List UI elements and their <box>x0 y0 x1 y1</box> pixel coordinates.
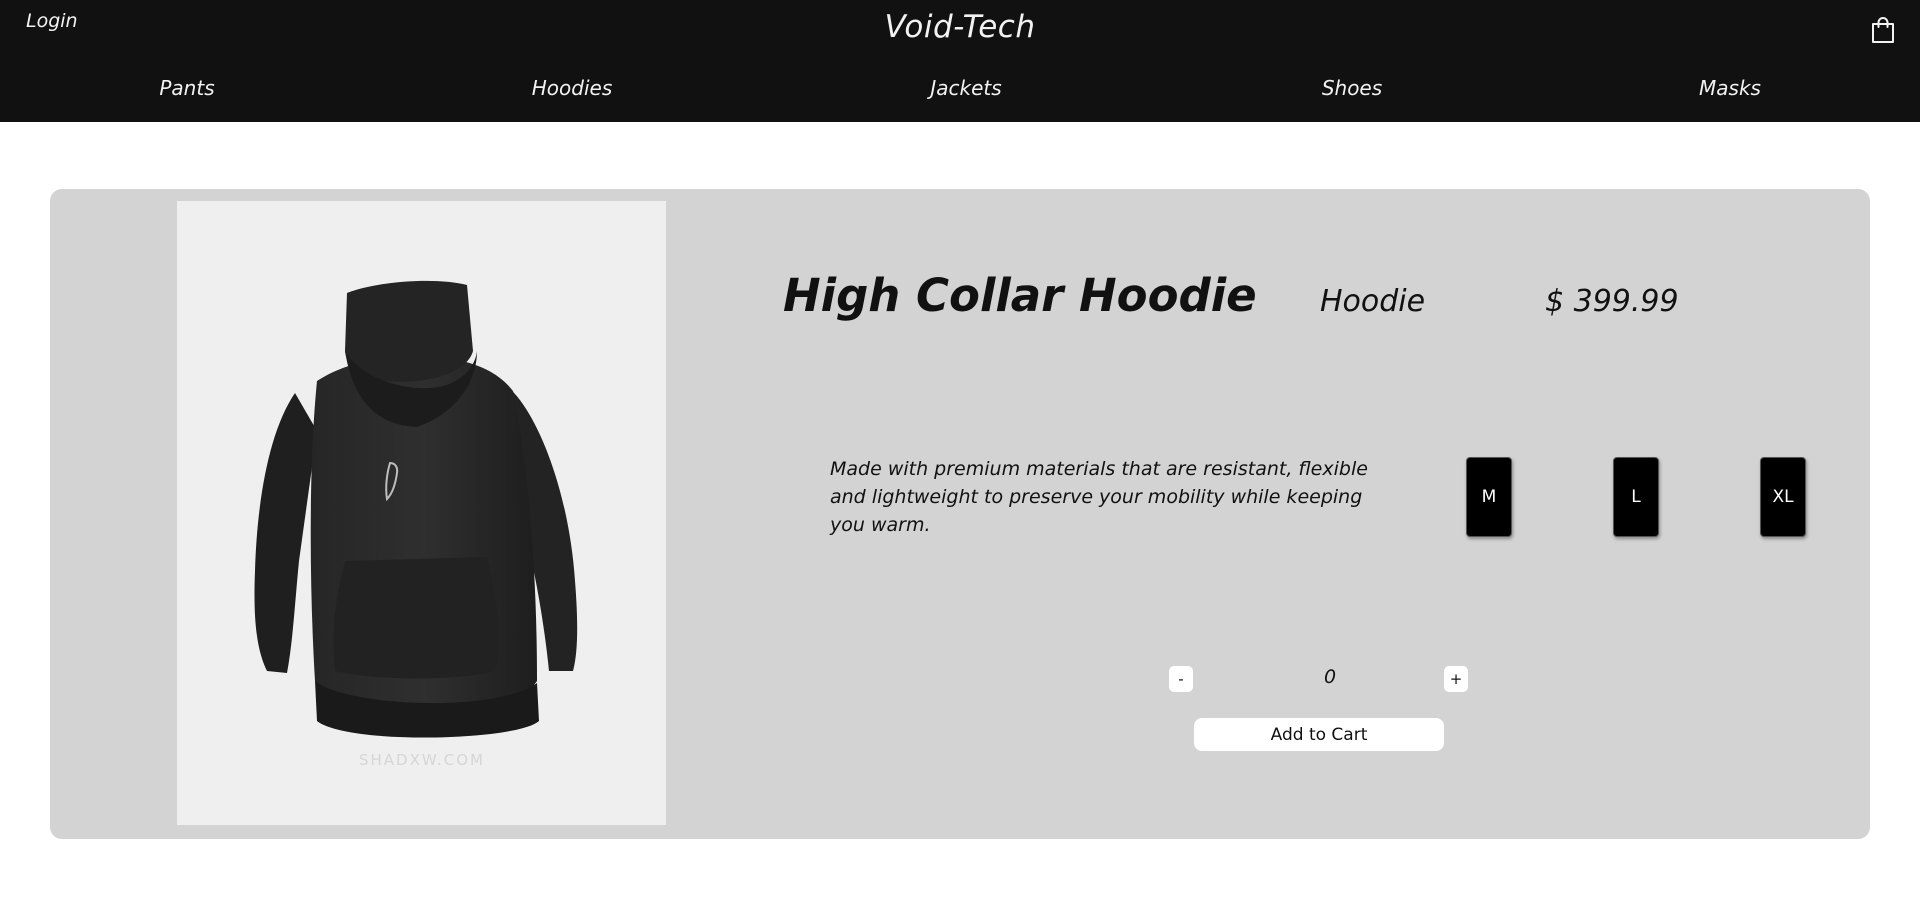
image-watermark: SHADXW.COM <box>359 751 485 769</box>
product-card: SHADXW.COM High Collar Hoodie Hoodie $ 3… <box>50 189 1870 839</box>
nav-item-shoes[interactable]: Shoes <box>1322 76 1382 100</box>
category-nav: Pants Hoodies Jackets Shoes Masks <box>0 76 1920 106</box>
site-header: Login Void-Tech Pants Hoodies Jackets Sh… <box>0 0 1920 122</box>
product-title: High Collar Hoodie <box>783 269 1257 322</box>
nav-item-pants[interactable]: Pants <box>159 76 214 100</box>
nav-item-hoodies[interactable]: Hoodies <box>532 76 613 100</box>
product-price: $ 399.99 <box>1545 284 1679 319</box>
size-button-m[interactable]: M <box>1466 457 1512 537</box>
shopping-bag-icon[interactable] <box>1870 16 1896 44</box>
brand-logo-text[interactable]: Void-Tech <box>0 9 1920 45</box>
quantity-value: 0 <box>1323 666 1337 688</box>
nav-item-jackets[interactable]: Jackets <box>930 76 1001 100</box>
quantity-decrement-button[interactable]: - <box>1169 666 1193 692</box>
product-category: Hoodie <box>1320 284 1426 319</box>
product-image: SHADXW.COM <box>177 201 666 825</box>
hoodie-illustration: SHADXW.COM <box>254 280 578 769</box>
size-button-l[interactable]: L <box>1613 457 1659 537</box>
product-description: Made with premium materials that are res… <box>830 458 1368 536</box>
quantity-increment-button[interactable]: + <box>1444 666 1468 692</box>
add-to-cart-button[interactable]: Add to Cart <box>1194 718 1444 751</box>
nav-item-masks[interactable]: Masks <box>1699 76 1761 100</box>
size-button-xl[interactable]: XL <box>1760 457 1806 537</box>
